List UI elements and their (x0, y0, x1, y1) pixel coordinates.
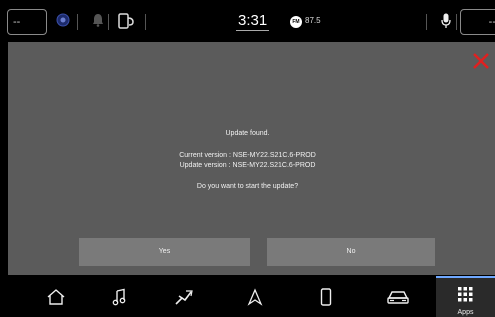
home-icon[interactable] (31, 276, 81, 317)
clock: 3:31 (236, 12, 270, 31)
bell-icon[interactable] (92, 13, 104, 32)
yes-button[interactable]: Yes (79, 238, 250, 266)
phone-icon[interactable] (301, 276, 351, 317)
apps-grid-icon (458, 287, 473, 307)
no-button[interactable]: No (267, 238, 435, 266)
driver-assist-icon[interactable] (56, 13, 70, 32)
separator (426, 14, 427, 30)
dialog-title: Update found. (225, 130, 270, 137)
update-version-text: Update version : NSE-MY22.S21C.6-PROD (179, 162, 316, 169)
bottom-nav-bar (0, 276, 495, 317)
separator (108, 14, 109, 30)
radio-frequency[interactable]: 87.5 (305, 16, 321, 25)
navigation-icon[interactable] (230, 276, 280, 317)
phone-projection-icon[interactable] (118, 13, 136, 34)
temperature-left-control[interactable]: -- (7, 9, 47, 35)
music-icon[interactable] (94, 276, 144, 317)
climate-icon[interactable] (159, 276, 209, 317)
current-version-text: Current version : NSE-MY22.S21C.6-PROD (179, 152, 316, 159)
temperature-right-control[interactable]: -- (460, 9, 495, 35)
vehicle-icon[interactable] (373, 276, 423, 317)
apps-label: Apps (457, 309, 474, 316)
status-bar: -- 3:31 FM 87.5 -- (0, 0, 495, 42)
microphone-icon[interactable] (441, 13, 451, 34)
separator (77, 14, 78, 30)
separator (145, 14, 146, 30)
close-icon[interactable] (472, 52, 490, 70)
separator (456, 14, 457, 30)
radio-band-badge[interactable]: FM (290, 16, 302, 28)
apps-button[interactable]: Apps (436, 276, 495, 317)
update-question: Do you want to start the update? (196, 183, 299, 190)
